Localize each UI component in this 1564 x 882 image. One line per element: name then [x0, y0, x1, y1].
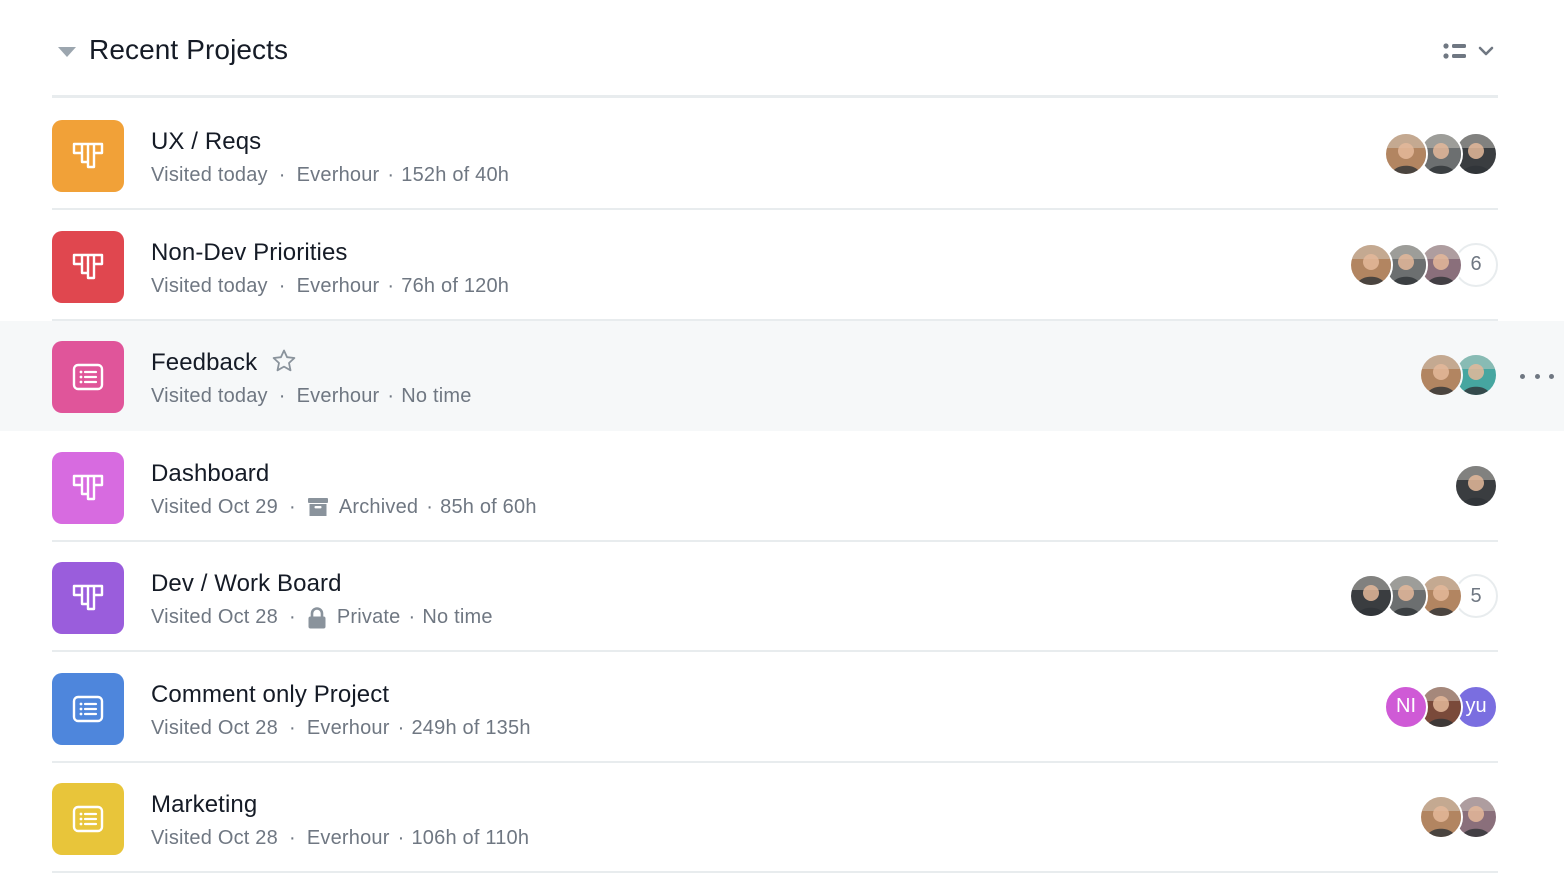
separator-dot: · — [288, 606, 296, 628]
member-avatars[interactable] — [1419, 353, 1498, 397]
time-tracked: No time — [422, 606, 493, 628]
project-meta: Visited today · Everhour · 152h of 40h — [151, 164, 509, 187]
team-label[interactable]: Everhour — [307, 717, 390, 740]
project-meta: Visited Oct 28 · Everhour · 249h of 135h — [151, 717, 531, 740]
project-name[interactable]: Marketing — [151, 791, 257, 819]
project-row[interactable]: Dev / Work Board Visited Oct 28 · Private · N… — [0, 542, 1564, 652]
project-name[interactable]: Dev / Work Board — [151, 570, 342, 598]
time-tracked: 152h of 40h — [401, 164, 510, 186]
list-view-icon — [1443, 43, 1494, 59]
separator-dot: · — [426, 495, 434, 518]
team-label[interactable]: Everhour — [297, 164, 380, 187]
visited-label: Visited Oct 29 — [151, 495, 278, 518]
row-divider — [52, 871, 1498, 873]
project-name[interactable]: Comment only Project — [151, 681, 389, 709]
avatar[interactable] — [1384, 132, 1428, 176]
separator-dot: · — [387, 385, 395, 407]
team-label[interactable]: Archived — [339, 496, 418, 519]
visited-label: Visited Oct 28 — [151, 606, 278, 628]
separator-dot: · — [397, 827, 405, 849]
time-tracked: 106h of 110h — [411, 827, 530, 849]
project-meta: Visited Oct 28 · Everhour · 106h of 110h — [151, 827, 529, 850]
board-icon[interactable] — [52, 451, 124, 524]
time-tracked: 85h of 60h — [440, 495, 537, 518]
visited-label: Visited today — [151, 274, 268, 297]
board-icon[interactable] — [52, 230, 124, 303]
archive-box-icon — [307, 496, 329, 518]
project-row[interactable]: Comment only Project Visited Oct 28 · Everh… — [0, 653, 1564, 763]
section-title: Recent Projects — [89, 34, 289, 65]
avatar[interactable] — [1349, 574, 1393, 618]
project-row[interactable]: UX / Reqs Visited today · Everhour · 152h of … — [0, 100, 1564, 210]
list-icon[interactable] — [52, 341, 124, 413]
triangle-down-icon[interactable] — [56, 44, 76, 60]
lock-icon — [307, 606, 327, 629]
project-row[interactable]: Feedback Visited today · Everhour · No time — [0, 321, 1564, 431]
project-row[interactable]: Non-Dev Priorities Visited today · Everhour… — [0, 211, 1564, 321]
member-avatars[interactable]: 5 — [1349, 574, 1498, 618]
team-label[interactable]: Everhour — [297, 275, 380, 298]
project-name[interactable]: Dashboard — [151, 460, 269, 488]
project-name[interactable]: Feedback — [151, 349, 257, 377]
team-label[interactable]: Private — [337, 606, 401, 629]
visited-label: Visited Oct 28 — [151, 827, 278, 849]
project-meta: Visited today · Everhour · 76h of 120h — [151, 275, 509, 298]
project-meta: Visited Oct 28 · Private · No time — [151, 606, 493, 629]
project-name[interactable]: UX / Reqs — [151, 128, 261, 156]
avatar[interactable] — [1419, 353, 1463, 397]
separator-dot: · — [288, 827, 296, 849]
avatar[interactable] — [1349, 242, 1393, 287]
visited-label: Visited Oct 28 — [151, 716, 278, 739]
project-row[interactable]: Dashboard Visited Oct 29 · Archived · 85h of … — [0, 432, 1564, 542]
member-avatars[interactable]: yu NI — [1384, 684, 1498, 729]
avatar[interactable]: NI — [1384, 684, 1428, 729]
separator-dot: · — [288, 495, 296, 518]
project-meta: Visited today · Everhour · No time — [151, 385, 472, 408]
recent-projects-panel: Recent Projects UX / Reqs Visited today · E… — [0, 0, 1564, 882]
separator-dot: · — [408, 606, 416, 628]
member-avatars[interactable] — [1454, 463, 1498, 508]
list-icon[interactable] — [52, 672, 124, 745]
member-avatars[interactable] — [1384, 132, 1498, 176]
separator-dot: · — [387, 164, 395, 186]
separator-dot: · — [288, 716, 296, 739]
section-header: Recent Projects — [52, 0, 1498, 98]
board-icon[interactable] — [52, 562, 124, 634]
project-meta: Visited Oct 29 · Archived · 85h of 60h — [151, 496, 537, 519]
separator-dot: · — [397, 716, 405, 739]
star-icon[interactable] — [271, 348, 297, 374]
visited-label: Visited today — [151, 385, 268, 407]
separator-dot: · — [387, 274, 395, 297]
time-tracked: No time — [401, 385, 472, 407]
list-icon[interactable] — [52, 783, 124, 855]
view-options-button[interactable] — [1442, 38, 1498, 66]
more-options-icon[interactable] — [1520, 364, 1554, 388]
separator-dot: · — [278, 164, 286, 186]
separator-dot: · — [278, 385, 286, 407]
team-label[interactable]: Everhour — [297, 385, 380, 408]
visited-label: Visited today — [151, 164, 268, 186]
time-tracked: 76h of 120h — [401, 274, 510, 297]
member-avatars[interactable]: 6 — [1349, 242, 1498, 287]
time-tracked: 249h of 135h — [411, 716, 531, 739]
separator-dot: · — [278, 274, 286, 297]
project-row[interactable]: Marketing Visited Oct 28 · Everhour · 106h of… — [0, 763, 1564, 873]
member-avatars[interactable] — [1419, 795, 1498, 839]
avatar[interactable] — [1454, 463, 1498, 508]
avatar[interactable] — [1419, 795, 1463, 839]
board-icon[interactable] — [52, 120, 124, 192]
team-label[interactable]: Everhour — [307, 827, 390, 850]
project-name[interactable]: Non-Dev Priorities — [151, 239, 348, 267]
